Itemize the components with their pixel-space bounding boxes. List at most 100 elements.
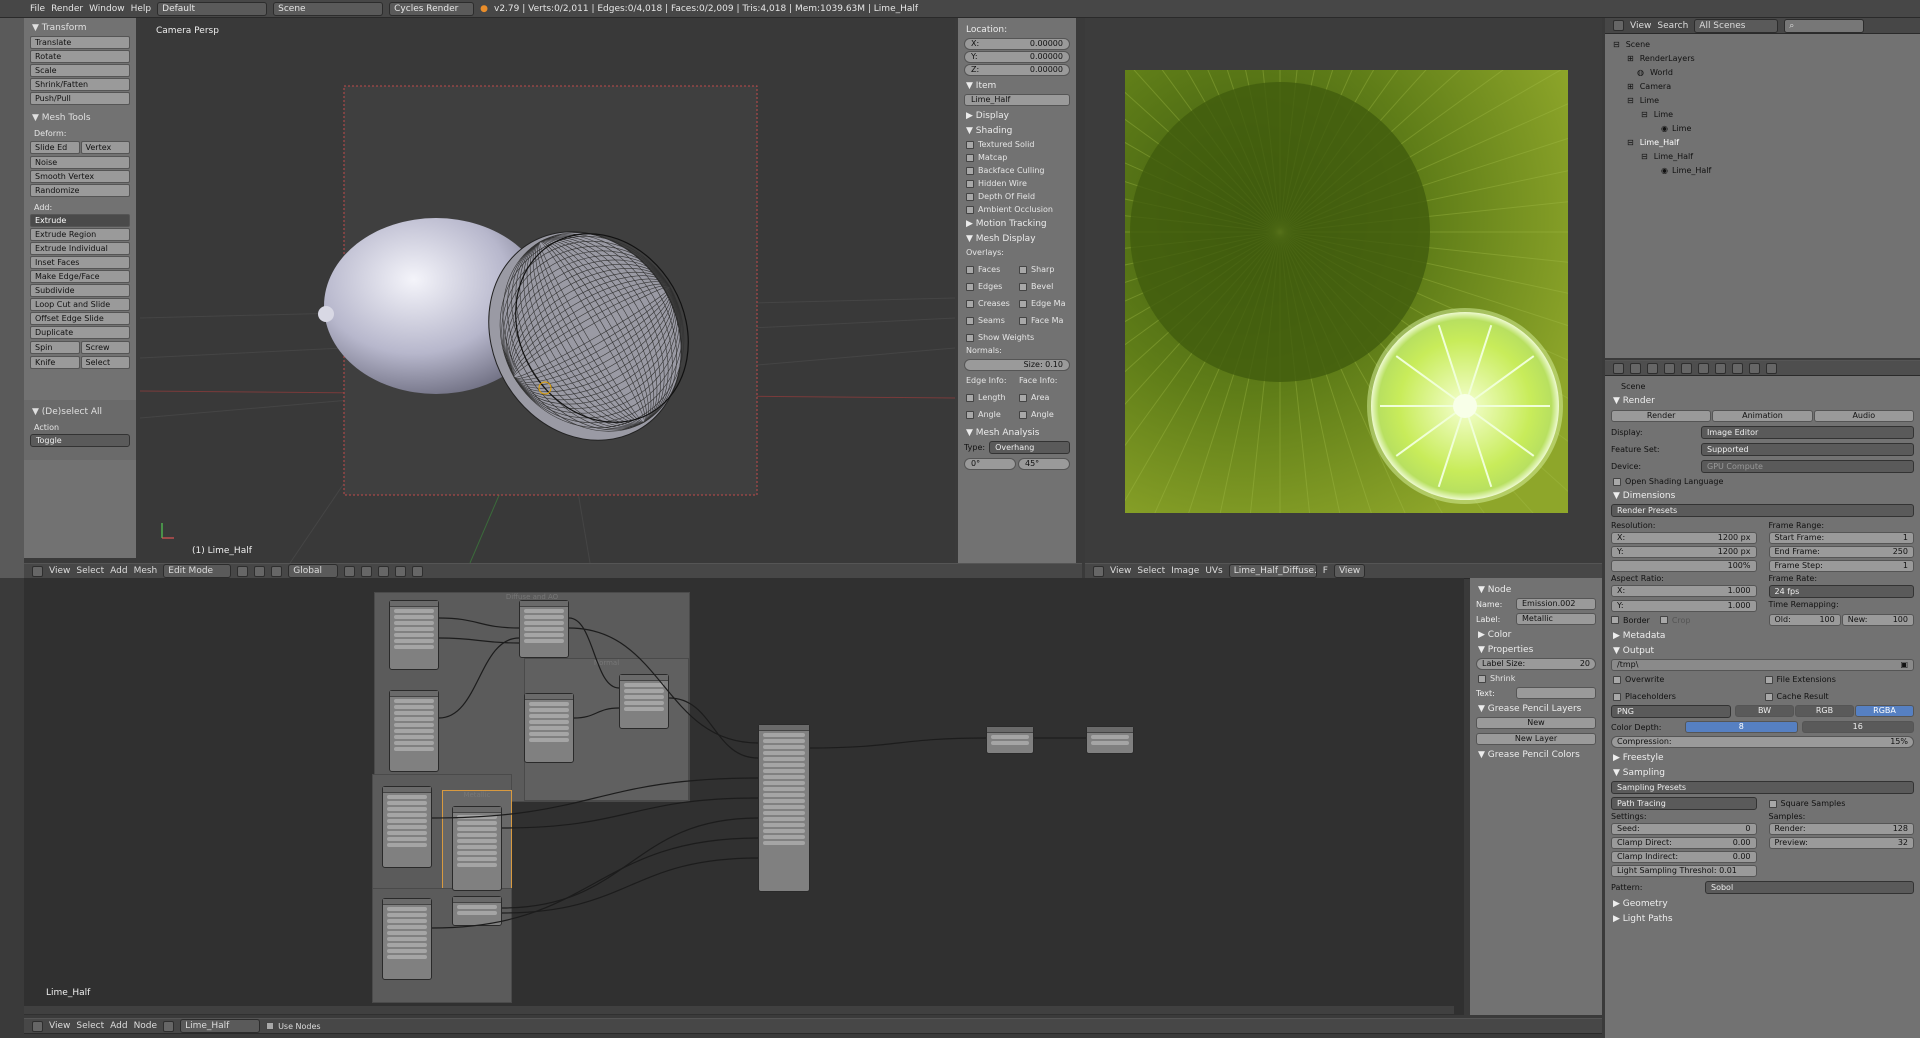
offset-edge-slide-button[interactable]: Offset Edge Slide — [30, 312, 130, 325]
outliner-row-lime-half-material[interactable]: ◉ Lime_Half — [1613, 164, 1912, 178]
length-checkbox[interactable]: Length — [966, 393, 1017, 402]
resolution-percentage-field[interactable]: 100% — [1611, 560, 1757, 572]
mesh-menu[interactable]: Mesh — [134, 566, 158, 576]
display-dropdown[interactable]: Image Editor — [1701, 426, 1914, 439]
screw-button[interactable]: Screw — [80, 341, 130, 354]
snap-icon[interactable] — [412, 565, 424, 577]
bw-toggle[interactable]: BW — [1735, 705, 1794, 717]
analysis-type-dropdown[interactable]: Overhang — [989, 441, 1070, 454]
mode-dropdown[interactable]: Edit Mode — [163, 564, 232, 578]
feature-set-dropdown[interactable]: Supported — [1701, 443, 1914, 456]
vertex-button[interactable]: Vertex — [80, 141, 130, 154]
mesh-analysis-header[interactable]: ▼ Mesh Analysis — [966, 428, 1070, 438]
rgba-toggle[interactable]: RGBA — [1855, 705, 1914, 717]
outliner-row-lime-material[interactable]: ◉ Lime — [1613, 122, 1912, 136]
menu-window[interactable]: Window — [89, 4, 125, 14]
noise-button[interactable]: Noise — [30, 156, 130, 169]
inset-faces-button[interactable]: Inset Faces — [30, 256, 130, 269]
node-label-field[interactable]: Metallic — [1516, 613, 1596, 625]
square-samples-checkbox[interactable]: Square Samples — [1768, 797, 1915, 810]
edge-select-icon[interactable] — [361, 565, 373, 577]
outliner-search-menu[interactable]: Search — [1657, 21, 1688, 31]
tool-tabs[interactable] — [0, 18, 24, 578]
sharp-checkbox[interactable]: Sharp — [1019, 265, 1070, 274]
add-menu[interactable]: Add — [110, 566, 127, 576]
edge-marks-checkbox[interactable]: Edge Ma — [1019, 299, 1070, 308]
faces-checkbox[interactable]: Faces — [966, 265, 1017, 274]
image-menu[interactable]: Image — [1171, 566, 1199, 576]
ambient-occlusion-checkbox[interactable]: Ambient Occlusion — [966, 205, 1070, 214]
color-header[interactable]: ▶ Color — [1478, 630, 1596, 640]
time-new-field[interactable]: New: 100 — [1841, 614, 1914, 626]
backface-culling-checkbox[interactable]: Backface Culling — [966, 166, 1070, 175]
folder-icon[interactable]: ▣ — [1900, 660, 1908, 670]
subdivide-button[interactable]: Subdivide — [30, 284, 130, 297]
seams-checkbox[interactable]: Seams — [966, 316, 1017, 325]
search-icon[interactable]: ⌕ — [1784, 18, 1865, 33]
outliner-row-camera[interactable]: ⊞ Camera — [1613, 80, 1912, 94]
node-view-menu[interactable]: View — [49, 1021, 70, 1031]
shrink-fatten-button[interactable]: Shrink/Fatten — [30, 78, 130, 91]
loop-cut-button[interactable]: Loop Cut and Slide — [30, 298, 130, 311]
orientation-dropdown[interactable]: Global — [288, 564, 339, 578]
extrude-dropdown[interactable]: Extrude — [30, 214, 130, 227]
aspect-x-field[interactable]: X: 1.000 — [1611, 585, 1757, 597]
randomize-button[interactable]: Randomize — [30, 184, 130, 197]
shader-type-icon[interactable] — [163, 1020, 175, 1032]
depth-8-toggle[interactable]: 8 — [1685, 721, 1798, 733]
material-browse-dropdown[interactable]: Lime_Half — [180, 1019, 261, 1033]
display-mode-dropdown[interactable]: All Scenes — [1694, 18, 1779, 33]
render-samples-field[interactable]: Render: 128 — [1768, 823, 1914, 835]
menu-help[interactable]: Help — [131, 4, 152, 14]
pattern-dropdown[interactable]: Sobol — [1705, 881, 1914, 894]
principled-bsdf-node[interactable] — [758, 724, 810, 892]
mix-rgb-node[interactable] — [519, 600, 569, 658]
action-dropdown[interactable]: Toggle — [30, 434, 130, 447]
transform-header[interactable]: ▼ Transform — [32, 23, 130, 33]
deselect-all-header[interactable]: ▼ (De)select All — [32, 407, 130, 417]
node-select-menu[interactable]: Select — [76, 1021, 104, 1031]
editor-type-icon[interactable] — [1613, 362, 1624, 374]
creases-checkbox[interactable]: Creases — [966, 299, 1017, 308]
device-dropdown[interactable]: GPU Compute — [1701, 460, 1914, 473]
depth-16-toggle[interactable]: 16 — [1801, 721, 1914, 733]
outliner-row-scene[interactable]: ⊟ Scene — [1613, 38, 1912, 52]
motion-tracking-header[interactable]: ▶ Motion Tracking — [966, 219, 1070, 229]
layout-dropdown[interactable]: Default — [157, 1, 268, 16]
edges-checkbox[interactable]: Edges — [966, 282, 1017, 291]
fake-user-toggle[interactable]: F — [1323, 566, 1328, 576]
output-header[interactable]: ▼ Output — [1613, 646, 1914, 656]
spin-button[interactable]: Spin — [30, 341, 80, 354]
file-extensions-checkbox[interactable]: File Extensions — [1764, 675, 1915, 684]
cache-result-checkbox[interactable]: Cache Result — [1764, 692, 1915, 701]
placeholders-checkbox[interactable]: Placeholders — [1613, 692, 1763, 701]
gp-new-layer-button[interactable]: New Layer — [1476, 733, 1596, 745]
display-header[interactable]: ▶ Display — [966, 111, 1070, 121]
matcap-checkbox[interactable]: Matcap — [966, 153, 1070, 162]
seed-field[interactable]: Seed: 0 — [1611, 823, 1757, 835]
integrator-dropdown[interactable]: Path Tracing — [1611, 797, 1757, 810]
image-texture-node[interactable] — [389, 690, 439, 772]
show-weights-checkbox[interactable]: Show Weights — [966, 333, 1070, 342]
clamp-indirect-field[interactable]: Clamp Indirect: 0.00 — [1611, 851, 1757, 863]
editor-type-icon[interactable] — [1093, 565, 1104, 577]
node-add-menu[interactable]: Add — [110, 1021, 127, 1031]
preview-samples-field[interactable]: Preview: 32 — [1768, 837, 1914, 849]
item-name-field[interactable]: Lime_Half — [964, 94, 1070, 106]
extrude-individual-button[interactable]: Extrude Individual — [30, 242, 130, 255]
pivot-icon[interactable] — [254, 565, 266, 577]
outliner-row-lime-half-mesh[interactable]: ⊟ Lime_Half — [1613, 150, 1912, 164]
horizontal-scrollbar[interactable] — [24, 1006, 1454, 1014]
mesh-display-header[interactable]: ▼ Mesh Display — [966, 234, 1070, 244]
image-texture-node[interactable] — [524, 693, 574, 763]
location-z-field[interactable]: Z: 0.00000 — [964, 64, 1070, 76]
material-tab-icon[interactable] — [1749, 362, 1760, 374]
time-old-field[interactable]: Old: 100 — [1768, 614, 1841, 626]
metadata-header[interactable]: ▶ Metadata — [1613, 631, 1914, 641]
light-threshold-field[interactable]: Light Sampling Threshol: 0.01 — [1611, 865, 1757, 877]
image-browse-dropdown[interactable]: Lime_Half_Diffuse.p... — [1228, 564, 1317, 578]
add-shader-node[interactable] — [986, 726, 1034, 754]
fps-dropdown[interactable]: 24 fps — [1768, 585, 1914, 598]
depth-of-field-checkbox[interactable]: Depth Of Field — [966, 192, 1070, 201]
image-view-menu[interactable]: View — [1110, 566, 1131, 576]
